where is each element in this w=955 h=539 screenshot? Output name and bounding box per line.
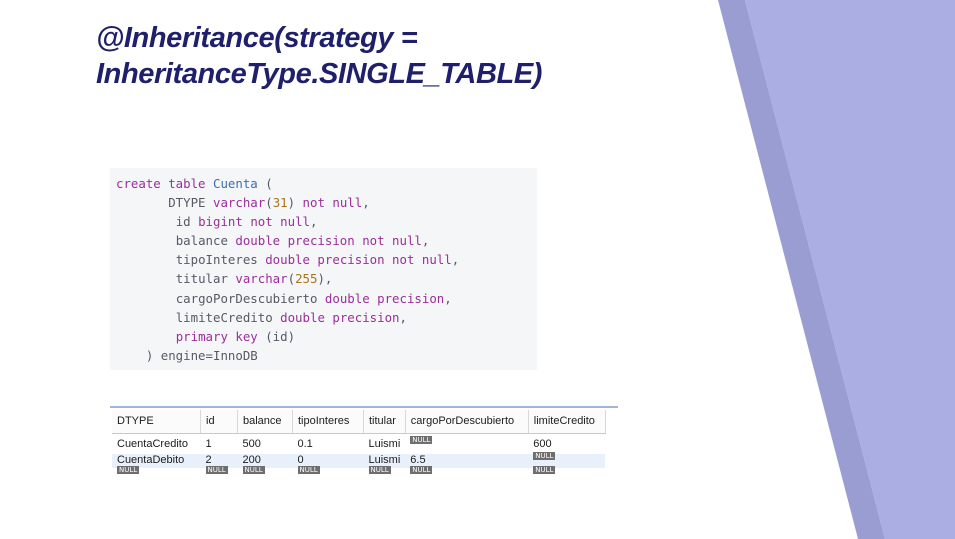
title-line-2: InheritanceType.SINGLE_TABLE) — [96, 58, 543, 90]
code-col-titular: titular — [175, 271, 228, 287]
null-badge: NULL — [410, 436, 433, 444]
code-modifier: not null — [302, 195, 363, 211]
table-top-border — [110, 406, 618, 408]
code-type: double precision — [235, 233, 355, 249]
col-header[interactable]: DTYPE — [112, 410, 201, 434]
sql-code-block: create table Cuenta ( DTYPE varchar(31) … — [110, 168, 537, 370]
col-header[interactable]: id — [200, 410, 238, 434]
code-col-dtype: DTYPE — [168, 195, 206, 211]
table-cell: 1 — [205, 438, 212, 450]
code-type: varchar — [235, 271, 288, 287]
null-badge: NULL — [205, 466, 228, 474]
table-row[interactable]: CuentaDebito 2 200 0 Luismi 6.5 NULL — [112, 452, 606, 468]
table-cell: 0.1 — [297, 438, 313, 450]
table-cell: NULL — [405, 434, 528, 455]
table-cell: NULL — [238, 466, 293, 481]
col-header[interactable]: limiteCredito — [528, 410, 606, 434]
code-type: double precision — [265, 252, 385, 268]
table-cell: CuentaCredito — [117, 438, 188, 450]
null-badge: NULL — [242, 466, 265, 474]
code-col-tipointeres: tipoInteres — [175, 252, 258, 268]
code-close: ), — [317, 271, 333, 287]
code-engine: ) engine=InnoDB — [145, 347, 258, 363]
null-badge: NULL — [368, 466, 391, 474]
table-cell: NULL — [293, 466, 364, 481]
table-cell: NULL — [405, 466, 528, 481]
code-modifier: not null — [362, 233, 422, 249]
slide-title: @Inheritance(strategy = InheritanceType.… — [96, 20, 696, 92]
code-keyword: create table — [116, 176, 206, 191]
table-cell: Luismi — [368, 438, 401, 450]
code-col-limite: limiteCredito — [175, 309, 273, 325]
table-cell: 500 — [242, 438, 261, 450]
sql-code: create table Cuenta ( DTYPE varchar(31) … — [116, 176, 460, 363]
table-cell: NULL — [364, 466, 406, 481]
title-line-1: @Inheritance(strategy = — [96, 22, 418, 54]
table-cell: 600 — [533, 438, 552, 450]
code-number: 255 — [295, 271, 318, 287]
code-primary-key: primary key — [175, 328, 258, 344]
table-cell: NULL — [528, 466, 605, 481]
code-paren: ( — [257, 176, 273, 191]
code-type: bigint — [198, 214, 243, 230]
code-col-cargo: cargoPorDescubierto — [175, 290, 318, 306]
code-pk-cols: (id) — [257, 328, 296, 344]
code-type: double precision — [280, 309, 400, 325]
null-badge: NULL — [297, 466, 320, 474]
code-modifier: not null — [250, 214, 310, 230]
table-header-row: DTYPE id balance tipoInteres titular car… — [112, 410, 606, 434]
code-close: ) — [287, 195, 296, 211]
code-number: 31 — [272, 195, 288, 211]
null-badge: NULL — [533, 452, 556, 460]
table-row[interactable]: CuentaCredito 1 500 0.1 Luismi NULL 600 — [112, 434, 605, 455]
col-header[interactable]: balance — [237, 410, 293, 434]
null-badge: NULL — [410, 466, 433, 474]
result-table: DTYPE id balance tipoInteres titular car… — [112, 410, 606, 481]
code-table-name: Cuenta — [213, 176, 258, 191]
null-badge: NULL — [533, 466, 556, 474]
table-cell: NULL — [201, 466, 238, 481]
table-cell: NULL — [112, 466, 201, 481]
col-header[interactable]: cargoPorDescubierto — [405, 410, 529, 434]
code-col-balance: balance — [175, 233, 228, 249]
table-new-row[interactable]: NULL NULL NULL NULL NULL NULL NULL — [112, 466, 605, 481]
code-type: double precision — [324, 290, 445, 306]
code-col-id: id — [175, 214, 191, 230]
code-modifier: not null — [392, 252, 452, 268]
code-type: varchar — [213, 195, 266, 211]
col-header[interactable]: titular — [363, 410, 406, 434]
null-badge: NULL — [117, 466, 140, 474]
result-table-panel: DTYPE id balance tipoInteres titular car… — [110, 406, 618, 476]
col-header[interactable]: tipoInteres — [292, 410, 364, 434]
